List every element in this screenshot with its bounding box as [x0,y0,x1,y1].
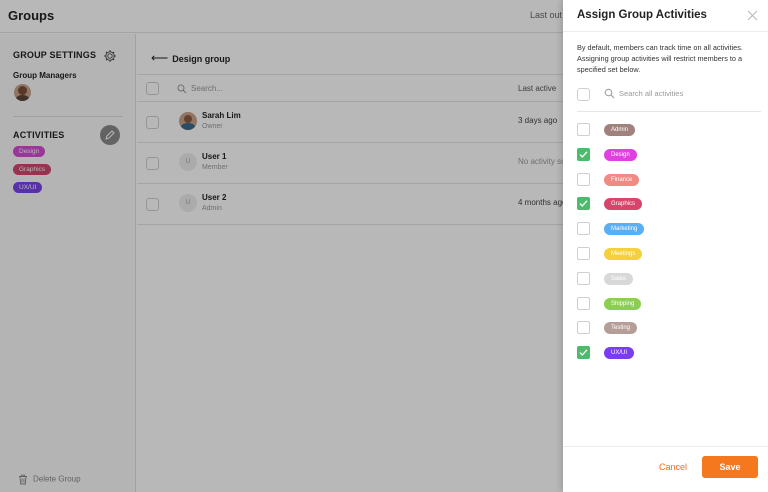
activity-checkbox[interactable] [577,222,590,235]
drawer-title: Assign Group Activities [577,9,707,21]
activity-checkbox[interactable] [577,148,590,161]
check-icon [579,349,588,356]
select-all-activities-checkbox[interactable] [577,88,590,101]
activity-tag: Finance [604,174,640,186]
activity-checkbox[interactable] [577,123,590,136]
activity-tag: Design [604,149,637,161]
activity-checkbox[interactable] [577,247,590,260]
activity-tag: Admin [604,124,636,136]
assign-activities-drawer: Assign Group Activities By default, memb… [563,0,768,492]
activity-tag: Marketing [604,223,645,235]
footer-divider [563,446,768,447]
activity-checkbox[interactable] [577,321,590,334]
activity-tag: Graphics [604,198,643,210]
activity-checkbox[interactable] [577,297,590,310]
save-button[interactable]: Save [702,456,758,478]
activity-checkbox[interactable] [577,197,590,210]
cancel-button[interactable]: Cancel [659,462,687,472]
activity-search-input[interactable] [619,86,739,101]
activity-tag: UX/UI [604,347,635,359]
close-icon[interactable] [746,9,759,22]
drawer-description: By default, members can track time on al… [577,43,743,74]
activity-tag: Meetings [604,248,643,260]
activity-tag: Sales [604,273,634,285]
activity-tag: Shipping [604,298,642,310]
activity-checkbox[interactable] [577,272,590,285]
activity-tag: Testing [604,322,638,334]
check-icon [579,200,588,207]
drawer-divider [563,31,768,32]
activity-checkbox[interactable] [577,346,590,359]
check-icon [579,151,588,158]
search-icon [604,88,615,99]
activity-checkbox[interactable] [577,173,590,186]
search-divider [577,111,761,112]
